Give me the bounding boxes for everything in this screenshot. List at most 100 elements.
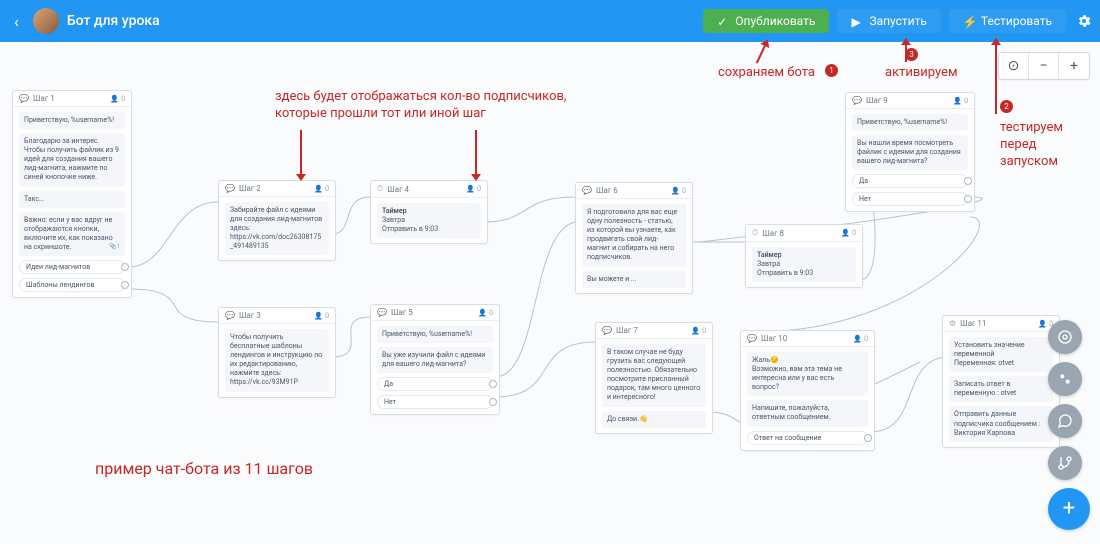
timer-block: ТаймерЗавтраОтправить в 9:03 — [752, 247, 856, 282]
timer-icon: ⏱ — [377, 184, 383, 194]
arrow-down-icon — [300, 130, 302, 175]
chat-icon: 💬 — [225, 184, 235, 193]
publish-label: Опубликовать — [735, 14, 815, 28]
node-step-11[interactable]: ⚙Шаг 11👤0 Установить значение переменной… — [942, 315, 1060, 448]
annotation-activate: активируем — [885, 65, 958, 82]
subscribers-count: 👤0 — [314, 185, 329, 193]
message-block: Важно: если у вас вдруг не отображаются … — [19, 212, 125, 256]
check-icon: ✓ — [717, 15, 729, 27]
reply-button[interactable]: Ответ на сообщение — [747, 431, 868, 445]
add-step-button[interactable]: + — [1048, 488, 1090, 530]
reply-button[interactable]: Да — [377, 377, 493, 391]
annotation-testing: тестируем перед запуском — [1000, 120, 1063, 171]
zoom-controls: ⊙ − + — [998, 52, 1090, 80]
message-block: Благодарю за интерес. Чтобы получить фай… — [19, 133, 125, 186]
publish-button[interactable]: ✓ Опубликовать — [703, 9, 829, 33]
node-title: Шаг 2 — [239, 184, 261, 193]
message-block: Напишите, пожалуйста, ответным сообщение… — [747, 400, 868, 426]
node-title: Шаг 8 — [762, 229, 784, 238]
bot-avatar[interactable] — [33, 8, 59, 34]
message-block: Вы уже изучили файл с идеями для вашего … — [377, 347, 493, 373]
action-block: Установить значение переменной Переменна… — [949, 337, 1053, 372]
canvas-toolbar: + — [1048, 320, 1090, 530]
chat-icon: 💬 — [582, 186, 592, 195]
subscribers-count: 👤0 — [466, 185, 481, 193]
annotation-badge-3: 3 — [905, 48, 918, 61]
node-title: Шаг 11 — [960, 319, 986, 328]
node-title: Шаг 3 — [239, 311, 261, 320]
timer-block: ТаймерЗавтраОтправить в 9:03 — [377, 203, 481, 238]
timer-icon: ⏱ — [752, 228, 758, 238]
node-title: Шаг 1 — [33, 94, 55, 103]
subscribers-count: 👤0 — [110, 95, 125, 103]
node-step-5[interactable]: 💬Шаг 5👤0 Приветствую, %username%! Вы уже… — [370, 304, 500, 415]
node-step-2[interactable]: 💬 Шаг 2 👤0 Забирайте файл с идеями для соз… — [218, 180, 336, 261]
message-block: Вы нашли время посмотреть файлик с идеям… — [852, 135, 968, 170]
message-block: Чтобы получить бесплатные шаблоны лендин… — [225, 329, 329, 392]
chat-icon: 💬 — [852, 96, 862, 105]
node-step-8[interactable]: ⏱ Шаг 8 👤0 ТаймерЗавтраОтправить в 9:03 — [745, 224, 863, 288]
zoom-out-button[interactable]: − — [1029, 53, 1059, 79]
arrow-up-icon — [995, 44, 997, 114]
node-step-6[interactable]: 💬 Шаг 6 👤0 Я подготовила для вас еще одну … — [575, 182, 693, 294]
node-title: Шаг 4 — [387, 185, 409, 194]
node-step-1[interactable]: 💬 Шаг 1 👤0 Приветствую, %username%! Благод… — [12, 90, 132, 298]
node-step-7[interactable]: 💬Шаг 7👤0 В таком случае не буду грузить … — [595, 322, 713, 434]
message-block: Приветствую, %username%! — [19, 112, 125, 129]
bot-title: Бот для урока — [67, 13, 160, 29]
annotation-subscribers: здесь будет отображаться кол-во подписчи… — [275, 89, 566, 123]
node-step-9[interactable]: 💬 Шаг 9 👤0 Приветствую, %username%! Вы наш… — [845, 92, 975, 212]
node-title: Шаг 9 — [866, 96, 888, 105]
chat-icon: 💬 — [225, 311, 235, 320]
node-step-4[interactable]: ⏱ Шаг 4 👤0 ТаймерЗавтраОтправить в 9:03 — [370, 180, 488, 244]
reply-button[interactable]: Идеи лид-магнитов — [19, 260, 125, 274]
message-block: Приветствую, %username%! — [377, 326, 493, 343]
subscribers-count: 👤0 — [691, 327, 706, 335]
tool-settings-button[interactable] — [1048, 362, 1082, 396]
chat-icon: 💬 — [602, 326, 612, 335]
arrow-down-icon — [475, 130, 477, 175]
bolt-icon: ⚡ — [963, 15, 975, 27]
play-icon: ▶ — [851, 15, 863, 27]
settings-icon[interactable] — [1076, 13, 1092, 29]
annotation-save: сохраняем бота — [718, 65, 815, 82]
zoom-fit-button[interactable]: ⊙ — [999, 53, 1029, 79]
node-step-3[interactable]: 💬 Шаг 3 👤0 Чтобы получить бесплатные шабло… — [218, 307, 336, 398]
reply-button[interactable]: Да — [852, 174, 968, 188]
reply-button[interactable]: Шаблоны лендингов — [19, 278, 125, 292]
message-block: Я подготовила для вас еще одну полезност… — [582, 204, 686, 267]
annotation-example: пример чат-бота из 11 шагов — [95, 459, 313, 480]
reply-button[interactable]: Нет — [377, 395, 493, 409]
node-step-10[interactable]: 💬Шаг 10👤0 Жаль😔 Возможно, вам эта тема н… — [740, 330, 875, 451]
node-title: Шаг 6 — [596, 186, 618, 195]
subscribers-count: 👤0 — [671, 187, 686, 195]
node-title: Шаг 10 — [761, 334, 787, 343]
tool-chat-button[interactable] — [1048, 404, 1082, 438]
tool-eye-button[interactable] — [1048, 320, 1082, 354]
flow-canvas[interactable]: ⊙ − + 💬 Шаг 1 👤0 Приветствую, %username%! … — [0, 42, 1100, 544]
run-button[interactable]: ▶ Запустить — [837, 9, 940, 33]
app-header: ‹ Бот для урока ✓ Опубликовать ▶ Запусти… — [0, 0, 1100, 42]
action-block: Отправить данные подписчика сообщением :… — [949, 406, 1053, 441]
message-block: Вы можете и ... — [582, 271, 686, 288]
subscribers-count: 👤0 — [841, 229, 856, 237]
message-block: До связи.👋 — [602, 411, 706, 428]
message-block: Забирайте файл с идеями для создания лид… — [225, 202, 329, 255]
subscribers-count: 👤0 — [478, 309, 493, 317]
test-button[interactable]: ⚡ Тестировать — [949, 9, 1066, 33]
message-block: Приветствую, %username%! — [852, 114, 968, 131]
back-button[interactable]: ‹ — [8, 12, 25, 31]
tool-branch-button[interactable] — [1048, 446, 1082, 480]
zoom-in-button[interactable]: + — [1059, 53, 1089, 79]
annotation-badge-1: 1 — [825, 64, 838, 77]
subscribers-count: 👤0 — [314, 312, 329, 320]
annotation-badge-2: 2 — [1000, 100, 1013, 113]
node-title: Шаг 7 — [616, 326, 638, 335]
reply-button[interactable]: Нет — [852, 192, 968, 206]
message-block: Такс... — [19, 191, 125, 208]
subscribers-count: 👤0 — [953, 97, 968, 105]
run-label: Запустить — [869, 14, 926, 28]
subscribers-count: 👤0 — [853, 335, 868, 343]
action-icon: ⚙ — [949, 319, 956, 328]
chat-icon: 💬 — [19, 94, 29, 103]
